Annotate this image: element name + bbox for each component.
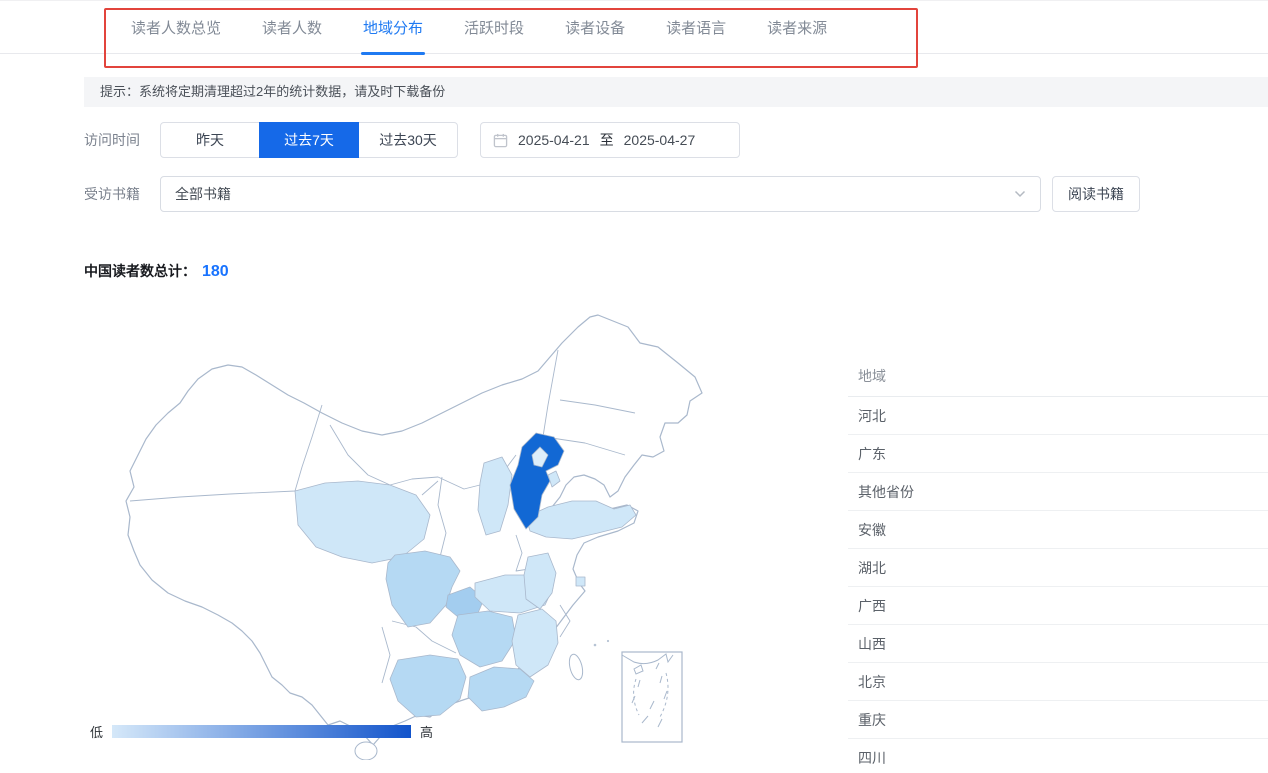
date-start[interactable]: 2025-04-21 xyxy=(518,132,590,148)
region-table: 地域 河北广东其他省份安徽湖北广西山西北京重庆四川 xyxy=(848,356,1268,773)
read-books-button[interactable]: 阅读书籍 xyxy=(1052,176,1140,212)
small-island-dot xyxy=(607,640,609,642)
region-row: 安徽 xyxy=(848,511,1268,549)
province-guangdong[interactable] xyxy=(468,667,534,711)
book-select[interactable]: 全部书籍 xyxy=(160,176,1041,212)
region-row: 山西 xyxy=(848,625,1268,663)
date-end[interactable]: 2025-04-27 xyxy=(624,132,696,148)
notice-bar: 提示：系统将定期清理超过2年的统计数据，请及时下载备份 xyxy=(84,77,1268,107)
time-range-group: 昨天过去7天过去30天 xyxy=(160,122,458,158)
tab-reader-languages[interactable]: 读者语言 xyxy=(666,1,726,54)
legend-low-label: 低 xyxy=(90,722,103,741)
tab-label: 读者人数总览 xyxy=(131,17,221,38)
province-shanghai[interactable] xyxy=(576,577,585,586)
visited-books-label: 受访书籍 xyxy=(84,176,140,212)
region-row: 四川 xyxy=(848,739,1268,773)
date-range-picker[interactable]: 2025-04-21 至 2025-04-27 xyxy=(480,122,740,158)
legend-gradient-bar xyxy=(112,725,411,738)
region-row: 北京 xyxy=(848,663,1268,701)
chevron-down-icon xyxy=(1014,190,1026,198)
legend-high-label: 高 xyxy=(420,722,433,741)
region-row: 河北 xyxy=(848,397,1268,435)
date-separator: 至 xyxy=(600,130,614,150)
book-select-value: 全部书籍 xyxy=(175,184,231,204)
china-readers-total: 中国读者数总计： 180 xyxy=(84,261,229,281)
tab-bar: 读者人数总览 读者人数 地域分布 活跃时段 读者设备 读者语言 读者来源 xyxy=(131,1,827,54)
hainan-island xyxy=(355,742,377,760)
total-label: 中国读者数总计： xyxy=(84,261,196,281)
tab-label: 活跃时段 xyxy=(464,17,524,38)
calendar-icon xyxy=(493,133,508,148)
reader-analytics-page: 读者人数总览 读者人数 地域分布 活跃时段 读者设备 读者语言 读者来源 提示：系统将定期清… xyxy=(0,0,1268,773)
china-map-chart xyxy=(90,305,800,760)
tab-region-distribution[interactable]: 地域分布 xyxy=(363,1,423,54)
tab-active-hours[interactable]: 活跃时段 xyxy=(464,1,524,54)
tab-bar-container: 读者人数总览 读者人数 地域分布 活跃时段 读者设备 读者语言 读者来源 xyxy=(0,0,1268,54)
tab-reader-sources[interactable]: 读者来源 xyxy=(767,1,827,54)
tab-label: 读者来源 xyxy=(767,17,827,38)
tab-reader-devices[interactable]: 读者设备 xyxy=(565,1,625,54)
tab-label: 读者人数 xyxy=(262,17,322,38)
time-button-yesterday[interactable]: 昨天 xyxy=(160,122,260,158)
region-row: 广西 xyxy=(848,587,1268,625)
time-button-last-7-days[interactable]: 过去7天 xyxy=(259,122,359,158)
region-row: 其他省份 xyxy=(848,473,1268,511)
region-row: 重庆 xyxy=(848,701,1268,739)
tab-reader-count-overview[interactable]: 读者人数总览 xyxy=(131,1,221,54)
tab-label: 地域分布 xyxy=(363,17,423,38)
time-button-last-30-days[interactable]: 过去30天 xyxy=(358,122,458,158)
tab-label: 读者语言 xyxy=(666,17,726,38)
south-china-sea-inset xyxy=(622,652,682,742)
taiwan-island xyxy=(567,653,585,681)
region-row: 广东 xyxy=(848,435,1268,473)
notice-text: 提示：系统将定期清理超过2年的统计数据，请及时下载备份 xyxy=(100,84,445,99)
total-value: 180 xyxy=(202,263,229,281)
region-row: 湖北 xyxy=(848,549,1268,587)
region-table-body: 河北广东其他省份安徽湖北广西山西北京重庆四川 xyxy=(848,397,1268,773)
province-jiangxi[interactable] xyxy=(512,609,558,677)
tab-label: 读者设备 xyxy=(565,17,625,38)
region-table-header: 地域 xyxy=(848,356,1268,397)
small-island-dot xyxy=(594,644,597,647)
china-map-svg xyxy=(90,305,800,760)
tab-reader-count[interactable]: 读者人数 xyxy=(262,1,322,54)
map-color-legend: 低 高 xyxy=(90,722,433,741)
visit-time-label: 访问时间 xyxy=(84,122,140,158)
